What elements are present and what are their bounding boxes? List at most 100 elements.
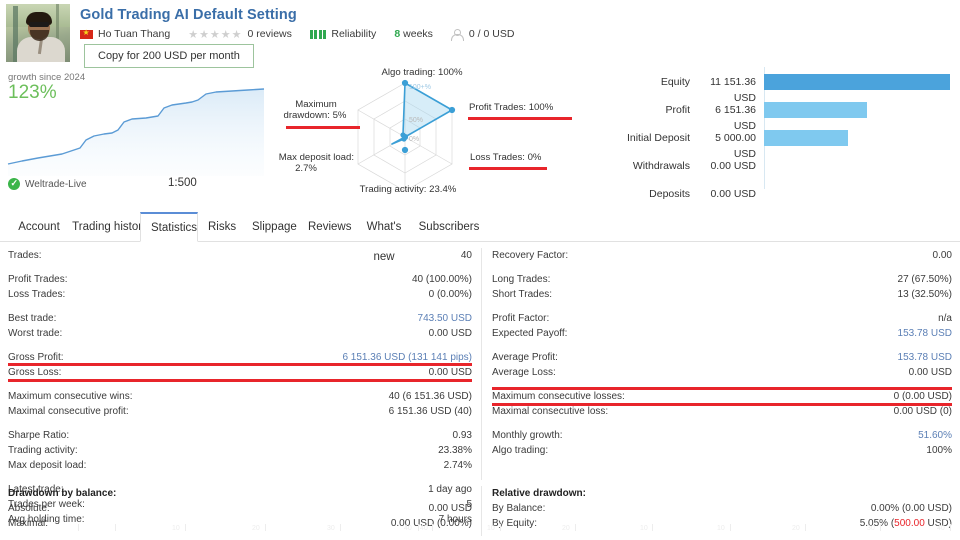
bar-label-equity: Equity bbox=[660, 76, 690, 88]
bar-value-deposits: 0.00 USD bbox=[710, 188, 756, 200]
tab-bar: Account Trading history Statistics Risks… bbox=[0, 212, 960, 263]
bar-row: Withdrawals 0.00 USD bbox=[600, 158, 960, 174]
growth-sparkline bbox=[7, 88, 265, 176]
stat-key: Gross Loss: bbox=[8, 367, 62, 378]
stat-spacer bbox=[492, 419, 952, 428]
highlight-bar-top bbox=[8, 363, 472, 366]
stat-key: Maximum consecutive wins: bbox=[8, 391, 133, 402]
signal-bars-icon bbox=[309, 29, 327, 39]
axis-tick-label: 30 bbox=[867, 525, 875, 532]
growth-chart-panel: growth since 2024 123% Weltrade-Live 1:5… bbox=[0, 68, 272, 200]
tab-statistics[interactable]: Statistics bbox=[140, 212, 198, 242]
stat-key: By Balance: bbox=[492, 503, 546, 514]
radar-chart-svg: 100+% 50% 0% bbox=[357, 79, 456, 192]
copy-subscription-button[interactable]: Copy for 200 USD per month bbox=[84, 44, 254, 68]
axis-tick bbox=[730, 524, 731, 531]
profile-header: Gold Trading AI Default Setting Ho Tuan … bbox=[0, 0, 960, 68]
stat-key: Long Trades: bbox=[492, 274, 551, 285]
profile-page: Gold Trading AI Default Setting Ho Tuan … bbox=[0, 0, 960, 540]
stat-key: Best trade: bbox=[8, 313, 57, 324]
statistics-right-column: Recovery Factor: 0.00 Long Trades: 27 (67.5… bbox=[492, 248, 952, 458]
stat-spacer bbox=[8, 473, 472, 482]
tab-account[interactable]: Account bbox=[8, 212, 70, 242]
stat-value: 51.60% bbox=[918, 430, 952, 441]
stat-key: Short Trades: bbox=[492, 289, 553, 300]
radar-label-maximum-drawdown: Maximum bbox=[295, 99, 337, 110]
stat-spacer bbox=[8, 263, 472, 272]
rating-stars: ★★★★★ bbox=[188, 28, 243, 41]
stat-row: Monthly growth: 51.60% bbox=[492, 428, 952, 443]
reviews-count[interactable]: 0 reviews bbox=[248, 28, 292, 40]
stat-key: Worst trade: bbox=[8, 328, 63, 339]
stat-row: Absolute: 0.00 USD bbox=[8, 501, 472, 516]
stat-row: Best trade: 743.50 USD bbox=[8, 311, 472, 326]
bar-label-withdrawals: Withdrawals bbox=[632, 160, 690, 172]
header-meta-row: Ho Tuan Thang ★★★★★ 0 reviews Reliabilit… bbox=[80, 27, 514, 41]
stat-key: Maximal consecutive loss: bbox=[492, 406, 609, 417]
stat-key: Absolute: bbox=[8, 503, 50, 514]
stat-value: 0 (0.00 USD) bbox=[893, 391, 952, 402]
axis-tick bbox=[500, 524, 501, 531]
bar-fill-equity bbox=[764, 74, 950, 90]
bar-label-profit: Profit bbox=[665, 104, 690, 116]
bar-label-initial-deposit: Initial Deposit bbox=[626, 132, 690, 144]
drawdown-balance-title: Drawdown by balance: bbox=[8, 488, 117, 499]
stat-row: Maximal consecutive profit: 6 151.36 USD … bbox=[8, 404, 472, 419]
stat-row: Maximal consecutive loss: 0.00 USD (0) bbox=[492, 404, 952, 419]
stat-row: Sharpe Ratio: 0.93 bbox=[8, 428, 472, 443]
stat-row: Loss Trades: 0 (0.00%) bbox=[8, 287, 472, 302]
bar-fill-profit bbox=[764, 102, 867, 118]
column-divider bbox=[481, 248, 482, 480]
stat-value: 0.00 USD bbox=[428, 328, 472, 339]
stat-key: Maximal consecutive profit: bbox=[8, 406, 129, 417]
stat-value: 40 bbox=[460, 250, 472, 261]
svg-text:50%: 50% bbox=[409, 117, 423, 124]
stat-row: Maximum consecutive losses: 0 (0.00 USD) bbox=[492, 387, 952, 406]
bar-row: Profit 6 151.36 USD bbox=[600, 102, 960, 132]
stat-spacer bbox=[492, 341, 952, 350]
stat-key: Profit Trades: bbox=[8, 274, 68, 285]
bar-fill-initial-deposit bbox=[764, 130, 848, 146]
author-name[interactable]: Ho Tuan Thang bbox=[98, 28, 170, 40]
axis-tick-label: 10 bbox=[640, 525, 648, 532]
stat-row: Algo trading: 100% bbox=[492, 443, 952, 458]
radar-label-algo-trading: Algo trading: 100% bbox=[381, 67, 463, 78]
vietnam-flag-icon bbox=[80, 27, 93, 39]
stat-spacer bbox=[8, 341, 472, 350]
stat-key: Recovery Factor: bbox=[492, 250, 569, 261]
highlight-bar-bottom bbox=[8, 379, 472, 382]
stat-value: 13 (32.50%) bbox=[897, 289, 952, 300]
page-title[interactable]: Gold Trading AI Default Setting bbox=[80, 7, 297, 23]
stat-value: 0.00 USD bbox=[428, 503, 472, 514]
tab-risks[interactable]: Risks bbox=[198, 212, 246, 242]
reliability-label: Reliability bbox=[331, 28, 377, 40]
stat-key: Monthly growth: bbox=[492, 430, 563, 441]
bar-row: Initial Deposit 5 000.00 USD bbox=[600, 130, 960, 160]
stat-row: Expected Payoff: 153.78 USD bbox=[492, 326, 952, 341]
subscribers-value: 0 / 0 USD bbox=[468, 28, 515, 40]
radar-label-maximum-drawdown-value: drawdown: 5% bbox=[283, 110, 347, 121]
stat-value: 0.00 USD bbox=[908, 367, 952, 378]
tab-subscribers[interactable]: Subscribers bbox=[408, 212, 490, 242]
stat-key: Maximum consecutive losses: bbox=[492, 391, 625, 402]
axis-tick bbox=[340, 524, 341, 531]
axis-tick-label: 20 bbox=[792, 525, 800, 532]
radar-chart-panel: 100+% 50% 0% Algo trading: 100% Profit T… bbox=[276, 64, 594, 204]
highlight-bar-top bbox=[492, 387, 952, 390]
stat-key: Trading activity: bbox=[8, 445, 78, 456]
stat-spacer bbox=[8, 302, 472, 311]
stat-value: 153.78 USD bbox=[897, 352, 952, 363]
broker-info: Weltrade-Live bbox=[8, 177, 87, 190]
stat-key: Loss Trades: bbox=[8, 289, 66, 300]
axis-tick-label: 10 bbox=[717, 525, 725, 532]
broker-name: Weltrade-Live bbox=[25, 178, 87, 190]
stat-value: 0.00 bbox=[932, 250, 952, 261]
drawdown-relative-title: Relative drawdown: bbox=[492, 488, 586, 499]
stat-row: Gross Loss: 0.00 USD bbox=[8, 363, 472, 382]
stat-row: Trading activity: 23.38% bbox=[8, 443, 472, 458]
stat-value: 6 151.36 USD (40) bbox=[388, 406, 472, 417]
tab-slippage[interactable]: Slippage bbox=[242, 212, 304, 242]
stat-key: Trades: bbox=[8, 250, 42, 261]
stat-key: Profit Factor: bbox=[492, 313, 550, 324]
stat-key: Max deposit load: bbox=[8, 460, 87, 471]
